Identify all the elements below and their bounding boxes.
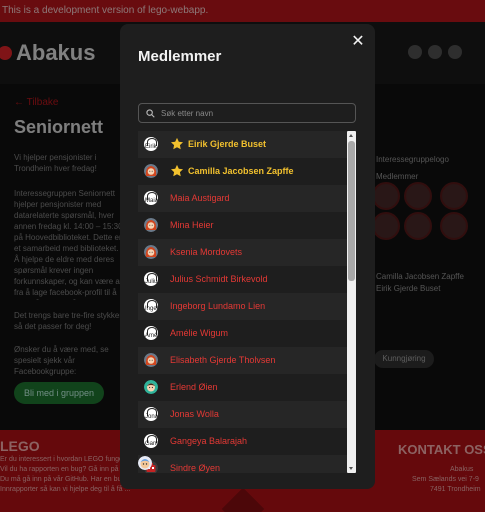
- search-icon: [146, 109, 155, 118]
- member-avatar: Jonas: [144, 407, 158, 421]
- avatar-alt-text: Ingeborg: [145, 306, 158, 312]
- red-hair-avatar-icon: [144, 245, 158, 259]
- member-avatar: Julius: [144, 272, 158, 286]
- member-name-link[interactable]: Ksenia Mordovets: [170, 239, 242, 266]
- member-avatar: Amélie: [144, 326, 158, 340]
- avatar-alt-text: Amélie: [145, 333, 158, 339]
- member-avatar: Gangeya: [144, 434, 158, 448]
- member-name-link[interactable]: Gangeya Balarajah: [170, 428, 247, 455]
- member-name-link[interactable]: Amélie Wigum: [170, 320, 228, 347]
- scroll-up-arrow[interactable]: [349, 134, 353, 137]
- star-icon: [170, 137, 184, 150]
- member-row[interactable]: Camilla Jacobsen Zapffe: [138, 158, 348, 185]
- members-modal: Medlemmer ✕ Eirik Eirik Gjerde BusetCamil…: [120, 24, 375, 489]
- member-name-link[interactable]: Mina Heier: [170, 212, 214, 239]
- scroll-down-arrow[interactable]: [349, 467, 353, 470]
- member-avatar: [144, 245, 158, 259]
- member-list-scrollbar[interactable]: [347, 131, 356, 473]
- modal-title: Medlemmer: [138, 48, 222, 65]
- member-name-link[interactable]: Julius Schmidt Birkevold: [170, 266, 268, 293]
- member-avatar: [144, 353, 158, 367]
- member-name-link[interactable]: Elisabeth Gjerde Tholvsen: [170, 347, 275, 374]
- close-icon[interactable]: ✕: [350, 34, 366, 50]
- partial-member-avatar[interactable]: [138, 456, 152, 470]
- member-avatar: [144, 218, 158, 232]
- member-row[interactable]: Julius Julius Schmidt Birkevold: [138, 266, 348, 293]
- member-name-link[interactable]: Ingeborg Lundamo Lien: [170, 293, 265, 320]
- avatar-alt-text: Jonas: [145, 414, 158, 420]
- member-row[interactable]: Erlend Øien: [138, 374, 348, 401]
- avatar-alt-text: Maia: [145, 198, 158, 204]
- member-name-link[interactable]: Jonas Wolla: [170, 401, 219, 428]
- leader-name-link[interactable]: Camilla Jacobsen Zapffe: [188, 158, 294, 185]
- member-name-link[interactable]: Maia Austigard: [170, 185, 230, 212]
- scrollbar-thumb[interactable]: [348, 141, 355, 281]
- member-avatar: [144, 380, 158, 394]
- member-avatar: Maia: [144, 191, 158, 205]
- member-row[interactable]: Jonas Jonas Wolla: [138, 401, 348, 428]
- teal-face-avatar-icon: [144, 380, 158, 394]
- member-avatar: Eirik: [144, 137, 158, 151]
- member-search[interactable]: [138, 103, 356, 123]
- member-row[interactable]: Ksenia Mordovets: [138, 239, 348, 266]
- avatar-alt-text: Eirik: [145, 144, 157, 150]
- red-hair-avatar-icon: [144, 164, 158, 178]
- member-row[interactable]: Mina Heier: [138, 212, 348, 239]
- member-avatar: [144, 164, 158, 178]
- search-input[interactable]: [161, 105, 351, 121]
- leader-name-link[interactable]: Eirik Gjerde Buset: [188, 131, 266, 158]
- member-row[interactable]: Elisabeth Gjerde Tholvsen: [138, 347, 348, 374]
- member-name-link[interactable]: Erlend Øien: [170, 374, 218, 401]
- red-hair-avatar-icon: [144, 353, 158, 367]
- member-list[interactable]: Eirik Eirik Gjerde Buset Camilla Jacobsen …: [138, 131, 356, 473]
- member-row[interactable]: Eirik Eirik Gjerde Buset: [138, 131, 348, 158]
- member-row[interactable]: Maia Maia Austigard: [138, 185, 348, 212]
- star-icon: [170, 164, 184, 177]
- avatar-alt-text: Gangeya: [145, 441, 158, 447]
- red-hair-avatar-icon: [144, 218, 158, 232]
- member-row[interactable]: Sindre Øyen: [138, 455, 348, 473]
- member-row[interactable]: Gangeya Gangeya Balarajah: [138, 428, 348, 455]
- member-avatar: Ingeborg: [144, 299, 158, 313]
- member-row[interactable]: Ingeborg Ingeborg Lundamo Lien: [138, 293, 348, 320]
- member-name-link[interactable]: Sindre Øyen: [170, 455, 220, 473]
- avatar-alt-text: Julius: [145, 279, 158, 285]
- member-row[interactable]: Amélie Amélie Wigum: [138, 320, 348, 347]
